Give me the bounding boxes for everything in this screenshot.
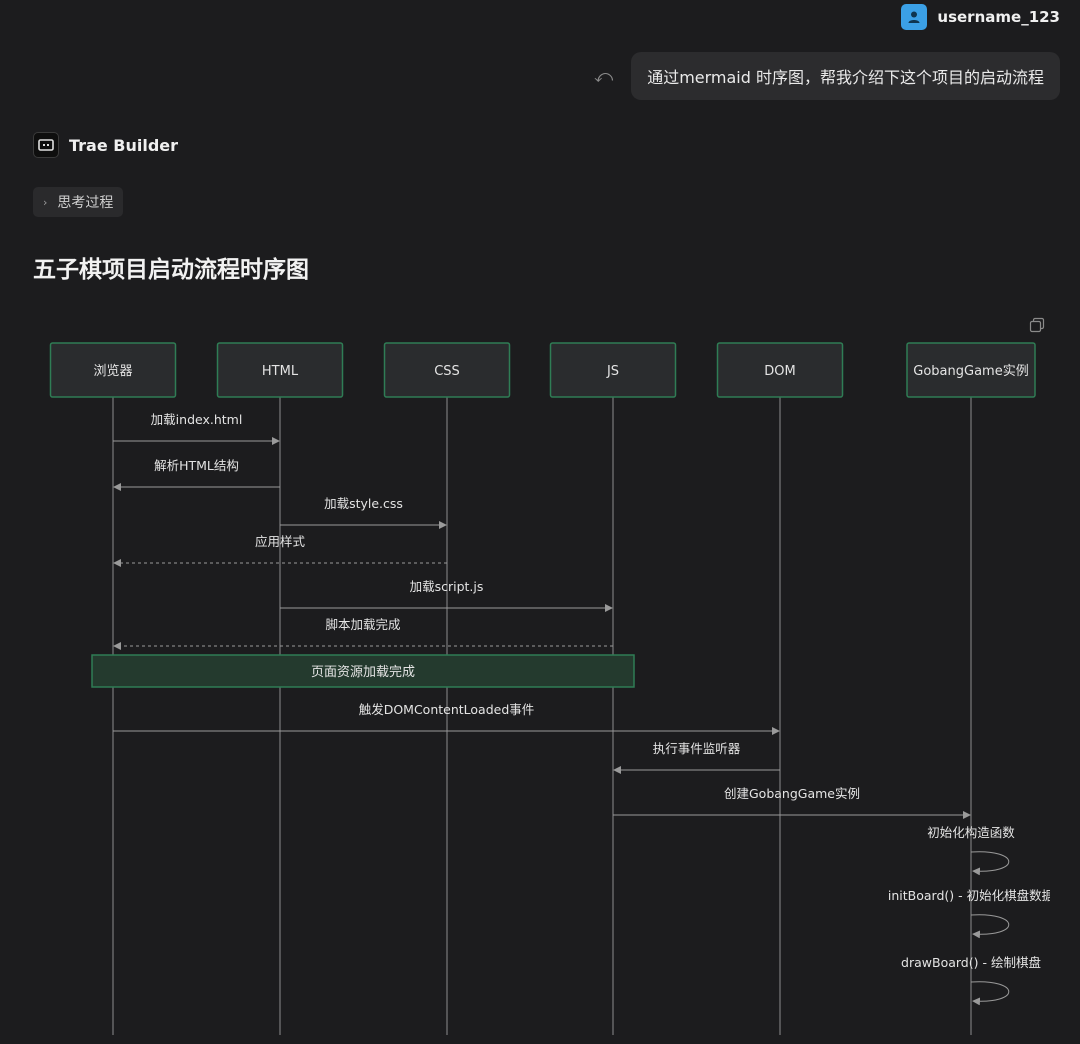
sequence-diagram: 浏览器 HTML CSS JS DOM GobangGame实例加载index.html 解… bbox=[49, 342, 1050, 1035]
participant-label: GobangGame实例 bbox=[913, 364, 1028, 379]
self-message-arrow bbox=[970, 981, 1010, 1006]
chevron-right-icon: › bbox=[43, 195, 48, 209]
participant-label: HTML bbox=[262, 364, 299, 379]
message-label: 脚本加载完成 bbox=[325, 617, 400, 632]
user-avatar-icon bbox=[901, 4, 928, 30]
message-label: 应用样式 bbox=[255, 534, 306, 549]
diagram-title: 五子棋项目启动流程时序图 bbox=[33, 257, 309, 283]
user-message-row: ⤺ 通过mermaid 时序图，帮我介绍下这个项目的启动流程 bbox=[594, 52, 1060, 100]
participant-label: 浏览器 bbox=[93, 363, 132, 379]
thinking-process-toggle[interactable]: › 思考过程 bbox=[33, 187, 124, 217]
message-label: 触发DOMContentLoaded事件 bbox=[359, 702, 535, 717]
message-label: 执行事件监听器 bbox=[653, 741, 741, 756]
assistant-name: Trae Builder bbox=[69, 135, 179, 155]
user-message-bubble: 通过mermaid 时序图，帮我介绍下这个项目的启动流程 bbox=[631, 52, 1060, 100]
username: username_123 bbox=[937, 8, 1060, 26]
thinking-label: 思考过程 bbox=[57, 195, 114, 211]
note-label: 页面资源加载完成 bbox=[311, 665, 415, 680]
message-label: 加载style.css bbox=[324, 496, 403, 511]
user-chip[interactable]: username_123 bbox=[901, 4, 1060, 30]
message-label: drawBoard() - 绘制棋盘 bbox=[901, 955, 1041, 970]
message-label: 加载index.html bbox=[151, 412, 243, 427]
message-label: 初始化构造函数 bbox=[927, 825, 1015, 840]
participant-label: JS bbox=[606, 364, 619, 379]
message-label: initBoard() - 初始化棋盘数据 bbox=[888, 888, 1050, 903]
participant-label: CSS bbox=[434, 364, 460, 379]
trae-logo-icon bbox=[33, 132, 59, 158]
message-label: 创建GobangGame实例 bbox=[724, 786, 860, 801]
self-message-arrow bbox=[970, 914, 1010, 939]
message-label: 加载script.js bbox=[410, 579, 484, 594]
assistant-header: Trae Builder bbox=[33, 132, 178, 158]
self-message-arrow bbox=[970, 851, 1010, 876]
participant-label: DOM bbox=[764, 364, 795, 379]
message-label: 解析HTML结构 bbox=[154, 458, 239, 473]
undo-icon[interactable]: ⤺ bbox=[594, 66, 613, 87]
